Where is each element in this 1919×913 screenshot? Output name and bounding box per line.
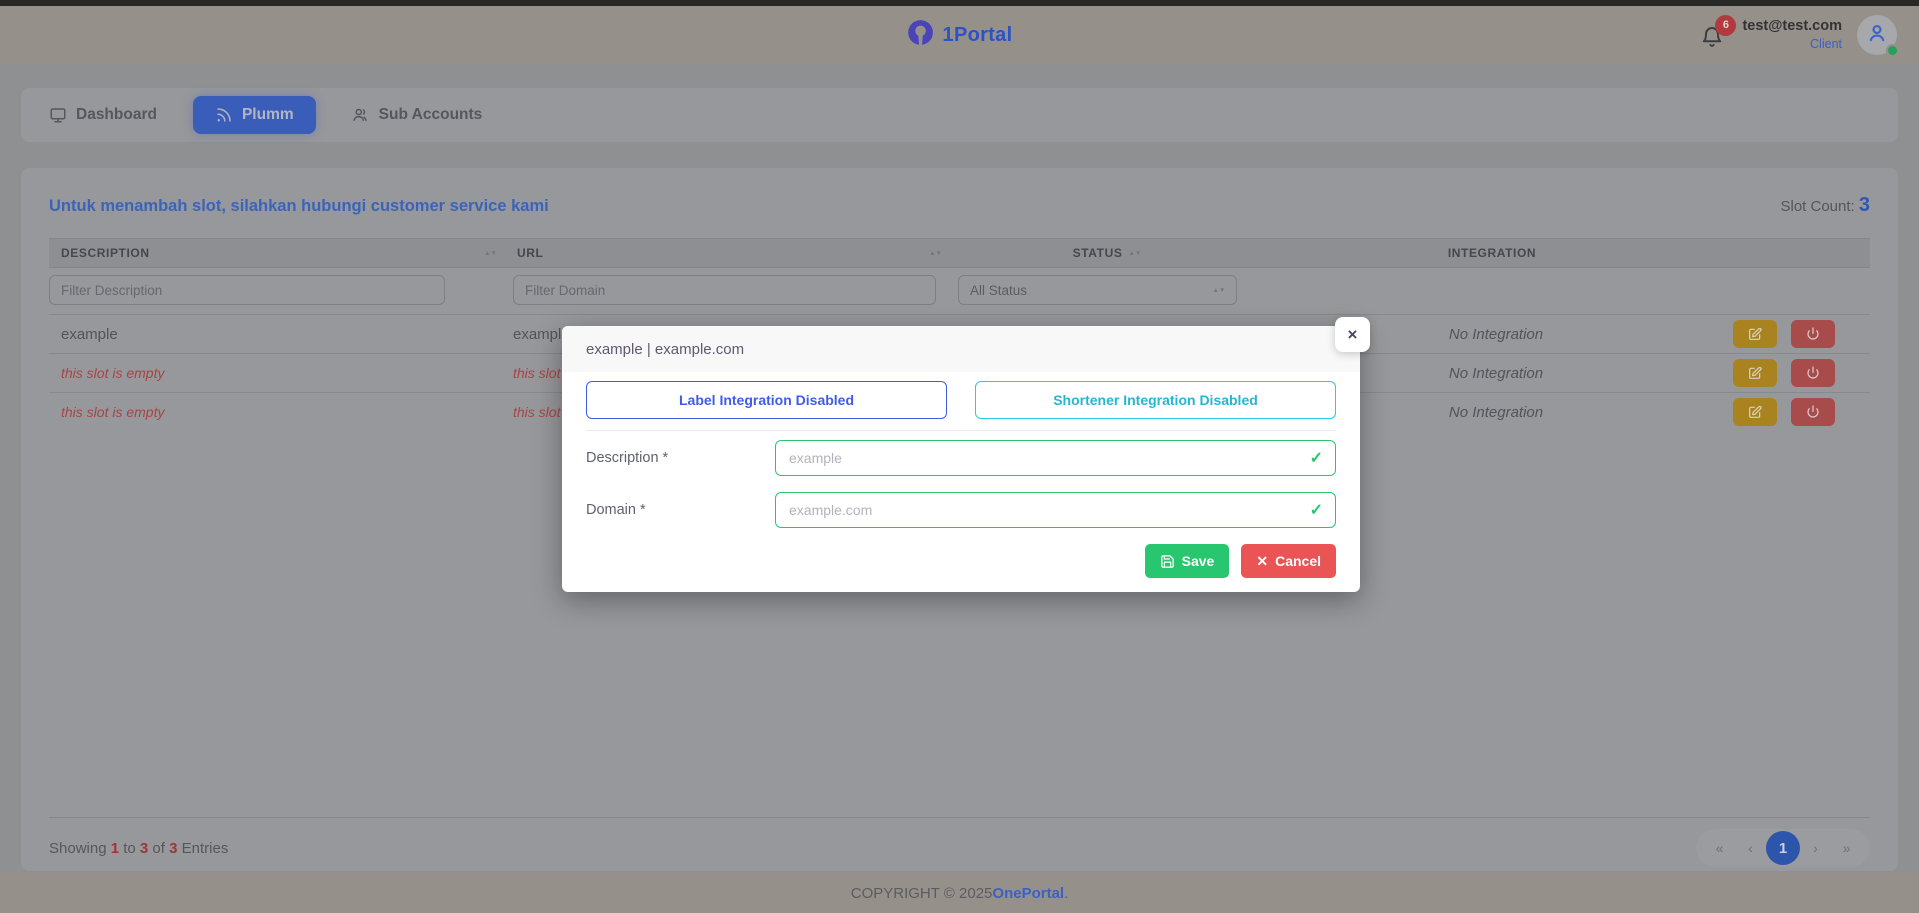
shortener-integration-button[interactable]: Shortener Integration Disabled (975, 381, 1336, 419)
notifications-button[interactable]: 6 (1700, 25, 1727, 52)
domain-field-label: Domain * (586, 502, 775, 518)
brand-logo-icon (907, 19, 934, 51)
tab-plumm[interactable]: Plumm (193, 96, 316, 134)
user-meta: test@test.com Client (1742, 17, 1842, 52)
pagination-prev-button[interactable]: ‹ (1735, 840, 1766, 856)
cell-description: example (49, 315, 505, 354)
user-role: Client (1742, 36, 1842, 52)
close-icon: × (1348, 325, 1358, 345)
cell-description: this slot is empty (49, 393, 505, 432)
disable-slot-button[interactable] (1791, 359, 1835, 387)
edit-slot-button[interactable] (1733, 320, 1777, 348)
column-header-description[interactable]: DESCRIPTION ▲▼ (49, 239, 505, 268)
page-footer: COPYRIGHT © 2025 OnePortal . (0, 873, 1919, 913)
status-filter-value: All Status (970, 283, 1027, 298)
pagination-next-button[interactable]: › (1800, 840, 1831, 856)
main-tabs: Dashboard Plumm Sub Accounts (21, 88, 1898, 142)
slot-count-value: 3 (1859, 194, 1870, 216)
entries-summary: Showing 1 to 3 of 3 Entries (49, 840, 228, 857)
disable-slot-button[interactable] (1791, 320, 1835, 348)
user-avatar[interactable] (1857, 15, 1897, 55)
column-header-integration: INTEGRATION (1260, 239, 1720, 268)
bell-icon (1700, 36, 1724, 53)
tab-dashboard[interactable]: Dashboard (39, 96, 167, 134)
navbar: 1Portal 6 test@test.com Client (0, 6, 1919, 64)
edit-icon (1747, 365, 1763, 381)
brand-name: 1Portal (943, 24, 1013, 47)
modal-title: example | example.com (586, 341, 744, 358)
users-icon (352, 106, 370, 124)
cell-description: this slot is empty (49, 354, 505, 393)
column-header-status[interactable]: STATUS ▲▼ (950, 239, 1260, 268)
brand[interactable]: 1Portal (907, 19, 1013, 51)
online-status-dot (1886, 44, 1899, 57)
notification-count-badge: 6 (1715, 15, 1736, 36)
monitor-icon (49, 106, 67, 124)
power-icon (1805, 404, 1821, 420)
tab-sub-accounts[interactable]: Sub Accounts (342, 96, 493, 134)
slot-count: Slot Count: 3 (1780, 194, 1870, 217)
power-icon (1805, 365, 1821, 381)
description-field-label: Description * (586, 450, 775, 466)
sort-icon[interactable]: ▲▼ (484, 251, 497, 256)
disable-slot-button[interactable] (1791, 398, 1835, 426)
add-slot-info-link[interactable]: Untuk menambah slot, silahkan hubungi cu… (49, 197, 549, 216)
edit-slot-button[interactable] (1733, 359, 1777, 387)
user-email: test@test.com (1742, 17, 1842, 36)
cancel-button[interactable]: ✕ Cancel (1241, 544, 1336, 578)
tab-plumm-label: Plumm (242, 106, 294, 124)
pagination: « ‹ 1 › » (1696, 829, 1870, 867)
pagination-page-1[interactable]: 1 (1766, 831, 1800, 865)
status-filter-select[interactable]: All Status ▲▼ (958, 275, 1237, 305)
modal-close-button[interactable]: × (1335, 317, 1370, 352)
save-icon (1160, 554, 1175, 569)
label-integration-button[interactable]: Label Integration Disabled (586, 381, 947, 419)
sort-icon[interactable]: ▲▼ (929, 251, 942, 256)
valid-check-icon: ✓ (1310, 500, 1323, 520)
tab-dashboard-label: Dashboard (76, 106, 157, 124)
pagination-last-button[interactable]: » (1831, 840, 1862, 856)
slot-count-label: Slot Count: (1780, 198, 1854, 215)
rss-icon (215, 106, 233, 124)
pagination-first-button[interactable]: « (1704, 840, 1735, 856)
description-field[interactable] (775, 440, 1336, 476)
edit-slot-modal: × example | example.com Label Integratio… (562, 326, 1360, 592)
valid-check-icon: ✓ (1310, 448, 1323, 468)
filter-domain-input[interactable] (513, 275, 936, 305)
tab-sub-accounts-label: Sub Accounts (379, 106, 483, 124)
domain-field[interactable] (775, 492, 1336, 528)
column-header-url[interactable]: URL ▲▼ (505, 239, 950, 268)
edit-icon (1747, 404, 1763, 420)
filter-description-input[interactable] (49, 275, 445, 305)
select-arrows-icon: ▲▼ (1212, 288, 1225, 293)
divider (586, 430, 1336, 431)
edit-icon (1747, 326, 1763, 342)
x-icon: ✕ (1256, 553, 1268, 570)
edit-slot-button[interactable] (1733, 398, 1777, 426)
sort-icon[interactable]: ▲▼ (1128, 251, 1141, 256)
footer-brand-link[interactable]: OnePortal (992, 885, 1064, 902)
power-icon (1805, 326, 1821, 342)
copyright-text: COPYRIGHT © 2025 (851, 885, 993, 902)
save-button[interactable]: Save (1145, 544, 1230, 578)
column-header-actions (1720, 239, 1870, 268)
person-icon (1864, 20, 1890, 51)
